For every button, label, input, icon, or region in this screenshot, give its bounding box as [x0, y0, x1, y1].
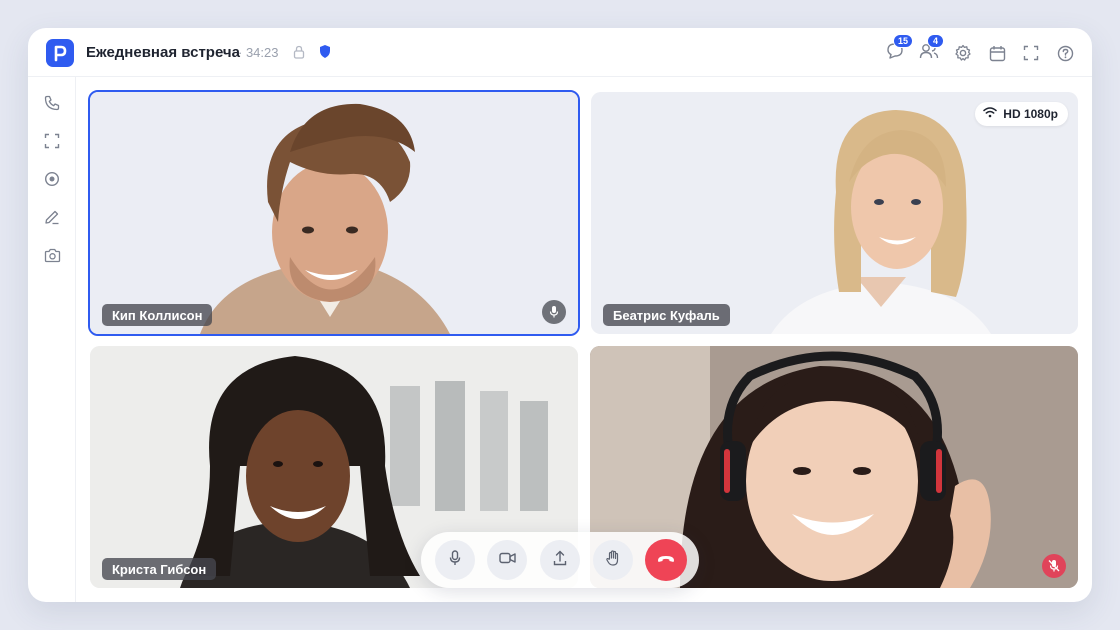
settings-icon[interactable] [952, 42, 974, 64]
camera-icon[interactable] [42, 245, 62, 265]
meeting-timer: · 34:23 [238, 45, 279, 60]
video-icon [498, 551, 516, 569]
participants-count-badge: 4 [927, 34, 944, 48]
pen-icon[interactable] [42, 207, 62, 227]
chat-count-badge: 15 [893, 34, 914, 48]
microphone-on-icon [542, 300, 566, 324]
end-call-icon [657, 551, 675, 569]
chat-button[interactable]: 15 [884, 34, 914, 64]
help-icon[interactable] [1054, 42, 1076, 64]
lock-icon [293, 45, 305, 64]
phone-icon[interactable] [42, 93, 62, 113]
microphone-icon [449, 549, 461, 571]
video-button[interactable] [487, 540, 527, 580]
screen-capture-icon[interactable] [42, 131, 62, 151]
app-logo-icon[interactable] [46, 39, 74, 67]
video-call-window: Ежедневная встреча · 34:23 15 4 Кип Колл… [28, 28, 1092, 602]
connection-quality-badge: HD 1080p [975, 102, 1068, 126]
participant-video-1 [90, 92, 578, 334]
participant-name-tag: Кип Коллисон [102, 304, 213, 326]
share-screen-icon [553, 550, 567, 571]
video-tile-2[interactable]: HD 1080p Беатрис Куфаль [591, 92, 1078, 334]
record-icon[interactable] [42, 169, 62, 189]
shield-icon [319, 44, 331, 64]
meeting-title: Ежедневная встреча [86, 44, 240, 61]
microphone-muted-icon [1042, 554, 1066, 578]
video-tile-1[interactable]: Кип Коллисон [88, 90, 580, 336]
fullscreen-icon[interactable] [1020, 42, 1042, 64]
microphone-button[interactable] [435, 540, 475, 580]
raise-hand-button[interactable] [593, 540, 633, 580]
call-controls [421, 532, 699, 588]
end-call-button[interactable] [645, 539, 687, 581]
participant-name-tag: Криста Гибсон [102, 558, 217, 580]
raise-hand-icon [606, 549, 620, 571]
share-screen-button[interactable] [540, 540, 580, 580]
participant-name-tag: Беатрис Куфаль [603, 304, 730, 326]
quality-label: HD 1080p [1003, 107, 1058, 121]
left-toolbar [28, 77, 76, 602]
participants-button[interactable]: 4 [918, 34, 944, 64]
wifi-icon [983, 107, 998, 121]
participant-video-2 [591, 92, 1078, 334]
top-bar: Ежедневная встреча · 34:23 15 4 [28, 28, 1092, 77]
calendar-icon[interactable] [986, 42, 1008, 64]
